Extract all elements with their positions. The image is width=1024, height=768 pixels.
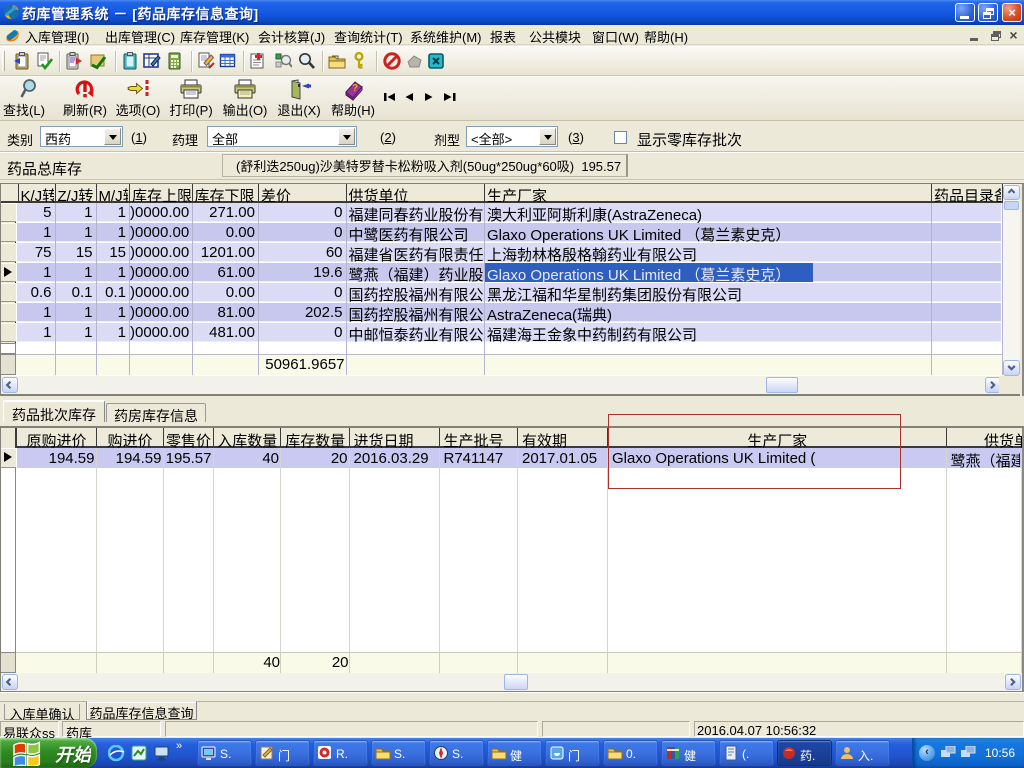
svg-text:?: ? [352,83,358,94]
